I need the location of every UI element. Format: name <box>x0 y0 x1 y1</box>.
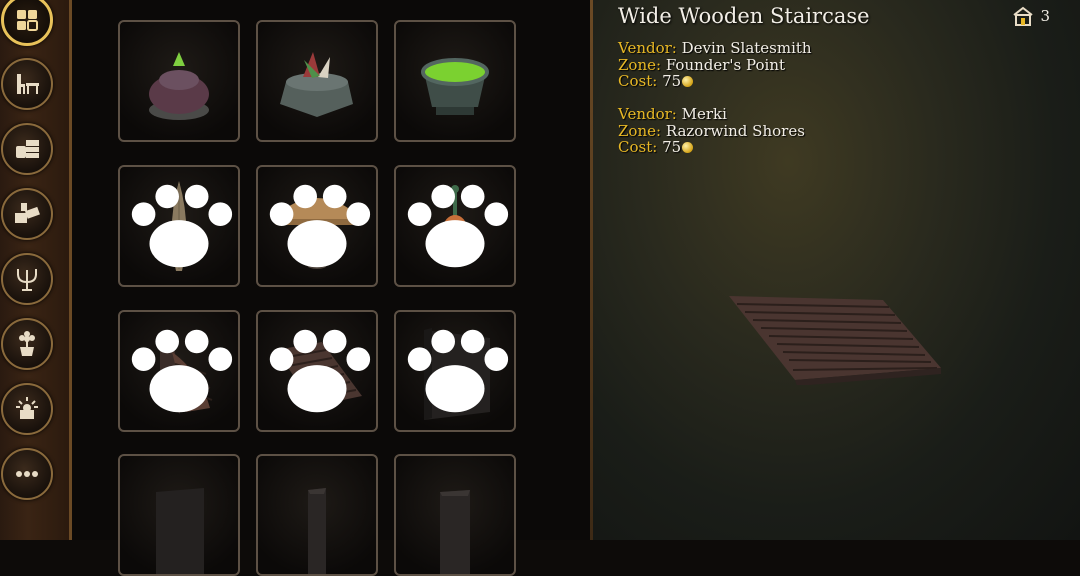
item-slot-dark-block[interactable] <box>118 454 240 576</box>
cost-label: Cost: <box>618 138 658 156</box>
item-slot-stone-orb-pedestal[interactable] <box>118 20 240 142</box>
item-slot-hanging-lantern[interactable] <box>394 165 516 287</box>
owned-count-value: 3 <box>1040 7 1050 25</box>
gold-coin-icon <box>682 76 694 87</box>
cost-value: 75 <box>662 138 682 156</box>
dark-block-icon <box>156 488 204 574</box>
storage-icon <box>16 140 39 158</box>
dark-pillar-tall-icon <box>440 490 470 574</box>
cost-label: Cost: <box>618 72 658 90</box>
item-slot-wide-wooden-staircase[interactable] <box>256 310 378 432</box>
stone-orb-pedestal-icon <box>149 52 209 120</box>
paw-icon <box>269 329 371 413</box>
paw-icon <box>269 184 371 268</box>
structure-icon <box>15 203 40 223</box>
vendor-name: Merki <box>681 105 727 123</box>
zone-label: Zone: <box>618 55 662 74</box>
zone-label: Zone: <box>618 121 662 140</box>
vendor-label: Vendor: <box>618 39 677 57</box>
item-title: Wide Wooden Staircase <box>618 4 870 28</box>
item-slot-dark-pillar[interactable] <box>256 454 378 576</box>
item-slot-dark-pillar-tall[interactable] <box>394 454 516 576</box>
item-slot-thatched-umbrella[interactable] <box>256 165 378 287</box>
dark-pillar-icon <box>308 488 326 574</box>
category-more-button[interactable] <box>1 448 53 500</box>
category-furniture-button[interactable] <box>1 58 53 110</box>
item-detail-panel: Wide Wooden Staircase 3 Vendor: Devin Sl… <box>593 0 1080 540</box>
grid-icon <box>17 10 38 31</box>
owned-count: 3 <box>1012 6 1050 26</box>
furniture-icon <box>17 74 39 94</box>
vendor-entry: Vendor: Merki Zone: Razorwind Shores Cos… <box>618 106 805 156</box>
candelabra-icon <box>17 269 37 291</box>
item-slot-dark-wall-panel[interactable] <box>394 310 516 432</box>
paw-icon <box>131 184 233 268</box>
item-3d-preview[interactable] <box>723 290 943 385</box>
category-all-button[interactable] <box>1 0 53 46</box>
paw-icon <box>131 329 233 413</box>
house-icon <box>1013 6 1034 26</box>
gold-coin-icon <box>682 142 694 153</box>
zone-name: Razorwind Shores <box>665 121 805 140</box>
item-slot-green-cauldron[interactable] <box>394 20 516 142</box>
vendor-entry: Vendor: Devin Slatesmith Zone: Founder's… <box>618 40 812 90</box>
paw-icon <box>407 184 509 268</box>
lighting-icon <box>16 397 38 419</box>
item-slot-crystal-stone-planter[interactable] <box>256 20 378 142</box>
category-structure-button[interactable] <box>1 188 53 240</box>
category-storage-button[interactable] <box>1 123 53 175</box>
vendor-name: Devin Slatesmith <box>681 39 812 57</box>
paw-icon <box>407 329 509 413</box>
green-cauldron-icon <box>421 58 489 115</box>
crystal-stone-planter-icon <box>280 52 353 117</box>
vendor-label: Vendor: <box>618 105 677 123</box>
category-misc-button[interactable] <box>1 383 53 435</box>
zone-name: Founder's Point <box>665 55 786 74</box>
more-icon <box>16 471 38 477</box>
category-sidebar <box>0 0 72 540</box>
plant-icon <box>19 331 35 356</box>
category-plants-button[interactable] <box>1 318 53 370</box>
item-slot-spiral-staircase[interactable] <box>118 310 240 432</box>
cost-value: 75 <box>662 72 682 90</box>
item-slot-surfboard[interactable] <box>118 165 240 287</box>
item-grid-panel <box>72 0 636 576</box>
category-lighting-button[interactable] <box>1 253 53 305</box>
